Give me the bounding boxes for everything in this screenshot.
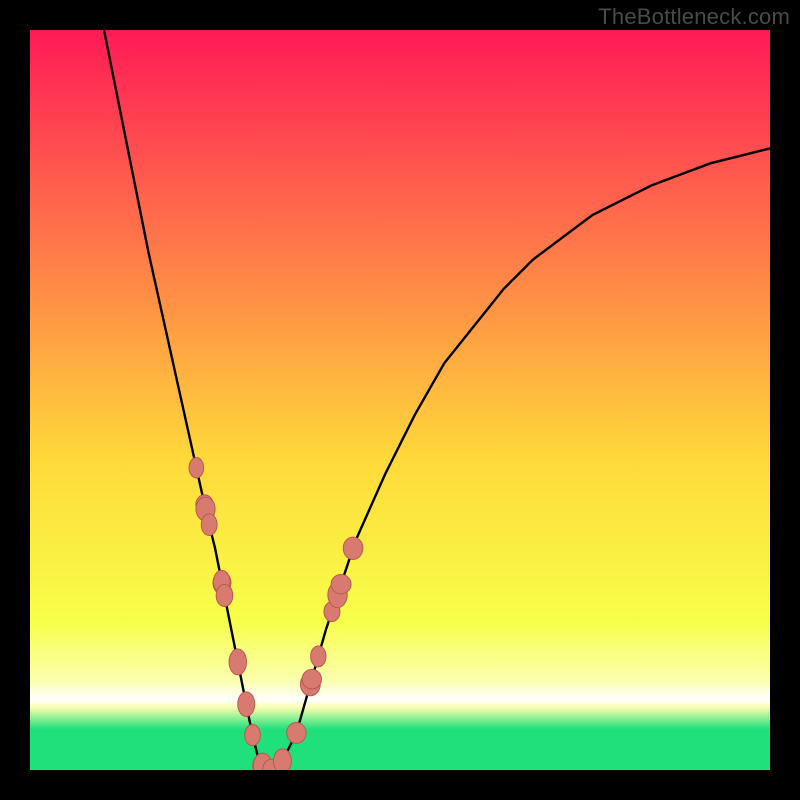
data-point	[343, 537, 363, 559]
data-point	[201, 514, 217, 536]
data-point	[189, 458, 204, 478]
data-point	[216, 584, 233, 606]
chart-stage: TheBottleneck.com	[0, 0, 800, 800]
data-point	[245, 724, 261, 745]
data-point	[302, 669, 321, 689]
data-point	[229, 649, 246, 675]
data-point	[287, 723, 306, 744]
plot-area	[30, 30, 770, 781]
watermark-text: TheBottleneck.com	[598, 4, 790, 30]
gradient-background	[30, 30, 770, 770]
bottleneck-chart	[0, 0, 800, 800]
data-point	[311, 646, 326, 667]
data-point	[331, 574, 351, 593]
data-point	[238, 692, 255, 717]
data-point	[273, 749, 291, 773]
